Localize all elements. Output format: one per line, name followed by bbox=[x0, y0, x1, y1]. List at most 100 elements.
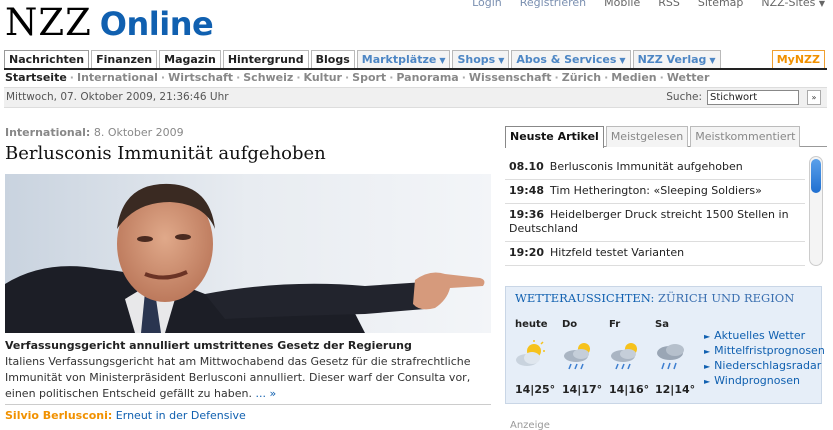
article-section[interactable]: International: bbox=[5, 126, 90, 139]
tab-magazin[interactable]: Magazin bbox=[159, 50, 221, 69]
separator: · bbox=[69, 71, 74, 84]
weather-link-label: Windprognosen bbox=[714, 374, 800, 387]
rss-link[interactable]: RSS bbox=[658, 0, 680, 9]
tab-blogs[interactable]: Blogs bbox=[310, 50, 355, 69]
separator: · bbox=[344, 71, 350, 84]
weather-link[interactable]: ► Aktuelles Wetter bbox=[704, 329, 825, 344]
list-item[interactable]: 19:36 Heidelberger Druck streicht 1500 St… bbox=[505, 204, 805, 242]
tab-hintergrund[interactable]: Hintergrund bbox=[222, 50, 309, 69]
weather-link-label: Aktuelles Wetter bbox=[714, 329, 806, 342]
weather-day: Do bbox=[562, 319, 578, 330]
subnav-wissenschaft[interactable]: Wissenschaft bbox=[469, 71, 552, 84]
tab-meistkommentiert[interactable]: Meistkommentiert bbox=[690, 126, 801, 147]
subnav-kultur[interactable]: Kultur bbox=[304, 71, 342, 84]
article-headline[interactable]: Berlusconis Immunität aufgehoben bbox=[5, 143, 491, 169]
weather-link[interactable]: ► Niederschlagsradar bbox=[704, 359, 825, 374]
nav-divider bbox=[4, 68, 827, 70]
article-date: 8. Oktober 2009 bbox=[93, 126, 184, 139]
tab-abos-services[interactable]: Abos & Services ▼ bbox=[511, 50, 631, 69]
sitemap-link[interactable]: Sitemap bbox=[698, 0, 744, 9]
register-link[interactable]: Registrieren bbox=[520, 0, 586, 9]
related-link[interactable]: Erneut in der Defensive bbox=[116, 409, 246, 422]
date-search-bar: Mittwoch, 07. Oktober 2009, 21:36:46 Uhr… bbox=[4, 87, 827, 108]
logo-nzz: NZZ bbox=[5, 1, 92, 44]
tab-nzz-verlag[interactable]: NZZ Verlag ▼ bbox=[632, 50, 721, 69]
top-links: Login Registrieren Mobile RSS Sitemap NZ… bbox=[472, 0, 825, 9]
weather-temp: 14|16° bbox=[609, 383, 650, 396]
weather-title-label: WETTERAUSSICHTEN: bbox=[515, 291, 655, 305]
tab-marktplaetze[interactable]: Marktplätze ▼ bbox=[356, 50, 451, 69]
subnav-panorama[interactable]: Panorama bbox=[396, 71, 458, 84]
separator: · bbox=[389, 71, 394, 84]
sub-navigation: Startseite · International · Wirtschaft · Schw… bbox=[5, 71, 709, 84]
list-item[interactable]: 19:48 Tim Hetherington: «Sleeping Soldier… bbox=[505, 180, 805, 204]
subnav-international[interactable]: International bbox=[77, 71, 158, 84]
news-scrollbar[interactable] bbox=[809, 156, 823, 266]
news-title: Berlusconis Immunität aufgehoben bbox=[549, 160, 743, 173]
search-label: Suche: bbox=[666, 91, 702, 103]
scrollbar-thumb[interactable] bbox=[811, 159, 821, 193]
tab-nachrichten[interactable]: Nachrichten bbox=[4, 50, 90, 69]
list-item[interactable]: 19:20 Hitzfeld testet Varianten bbox=[505, 242, 805, 266]
chevron-down-icon: ▼ bbox=[439, 56, 446, 65]
news-time: 19:20 bbox=[509, 246, 545, 259]
tab-mynzz[interactable]: MyNZZ bbox=[771, 50, 825, 69]
weather-links: ► Aktuelles Wetter ► Mittelfristprognosen … bbox=[704, 329, 825, 389]
weather-link[interactable]: ► Mittelfristprognosen bbox=[704, 344, 825, 359]
cloud-rain-icon bbox=[657, 344, 684, 370]
related-kicker[interactable]: Silvio Berlusconi: bbox=[5, 409, 112, 422]
latest-news-list: 08.10 Berlusconis Immunität aufgehoben 19… bbox=[505, 156, 805, 266]
weather-day: heute bbox=[515, 319, 548, 330]
search-submit-button[interactable]: » bbox=[807, 90, 821, 105]
weather-link[interactable]: ► Windprognosen bbox=[704, 374, 825, 389]
news-time: 19:36 bbox=[509, 208, 545, 221]
tab-shops-label: Shops bbox=[457, 53, 496, 66]
weather-temp: 14|25° bbox=[515, 383, 556, 396]
subnav-sport[interactable]: Sport bbox=[352, 71, 386, 84]
mobile-link[interactable]: Mobile bbox=[604, 0, 640, 9]
separator: · bbox=[236, 71, 241, 84]
article-body-text: Italiens Verfassungsgericht hat am Mittw… bbox=[5, 355, 471, 400]
subnav-wirtschaft[interactable]: Wirtschaft bbox=[168, 71, 233, 84]
login-link[interactable]: Login bbox=[472, 0, 502, 9]
subnav-medien[interactable]: Medien bbox=[611, 71, 656, 84]
search-input[interactable] bbox=[707, 90, 799, 105]
tab-shops[interactable]: Shops ▼ bbox=[452, 50, 510, 69]
main-navigation: Nachrichten Finanzen Magazin Hintergrund… bbox=[4, 50, 827, 69]
weather-title[interactable]: WETTERAUSSICHTEN: ZÜRICH UND REGION bbox=[515, 291, 794, 305]
sun-cloud-rain-icon bbox=[564, 343, 590, 370]
subnav-wetter[interactable]: Wetter bbox=[667, 71, 710, 84]
news-title: Heidelberger Druck streicht 1500 Stellen… bbox=[509, 208, 789, 235]
subnav-zuerich[interactable]: Zürich bbox=[562, 71, 601, 84]
sun-cloud-icon bbox=[516, 340, 545, 366]
tab-abos-label: Abos & Services bbox=[516, 53, 617, 66]
article-kicker: International: 8. Oktober 2009 bbox=[5, 126, 491, 141]
weather-day: Fr bbox=[609, 319, 621, 330]
bullet-icon: ► bbox=[704, 377, 711, 386]
list-item[interactable]: 08.10 Berlusconis Immunität aufgehoben bbox=[505, 156, 805, 180]
site-logo[interactable]: NZZ Online bbox=[5, 1, 214, 44]
tab-finanzen[interactable]: Finanzen bbox=[91, 50, 158, 69]
nzz-sites-link[interactable]: NZZ-Sites ▼ bbox=[761, 0, 825, 9]
weather-link-label: Mittelfristprognosen bbox=[714, 344, 825, 357]
separator: · bbox=[659, 71, 664, 84]
logo-online: Online bbox=[99, 5, 214, 43]
bullet-icon: ► bbox=[704, 362, 711, 371]
separator: · bbox=[604, 71, 609, 84]
article-photo[interactable] bbox=[5, 174, 491, 333]
berlusconi-photo-image bbox=[5, 174, 491, 333]
subnav-schweiz[interactable]: Schweiz bbox=[243, 71, 293, 84]
tab-neuste-artikel[interactable]: Neuste Artikel bbox=[505, 126, 604, 148]
lead-article: International: 8. Oktober 2009 Berluscon… bbox=[5, 126, 491, 422]
subnav-startseite[interactable]: Startseite bbox=[5, 71, 67, 84]
weather-day: Sa bbox=[655, 319, 669, 330]
current-date: Mittwoch, 07. Oktober 2009, 21:36:46 Uhr bbox=[6, 91, 229, 103]
read-more-link[interactable]: ... » bbox=[255, 387, 276, 400]
chevron-down-icon: ▼ bbox=[619, 56, 626, 65]
ad-label: Anzeige bbox=[510, 420, 550, 430]
tab-meistgelesen[interactable]: Meistgelesen bbox=[605, 126, 689, 147]
weather-link-label: Niederschlagsradar bbox=[714, 359, 822, 372]
news-title: Hitzfeld testet Varianten bbox=[550, 246, 685, 259]
tab-marktplaetze-label: Marktplätze bbox=[361, 53, 437, 66]
separator: · bbox=[160, 71, 166, 84]
